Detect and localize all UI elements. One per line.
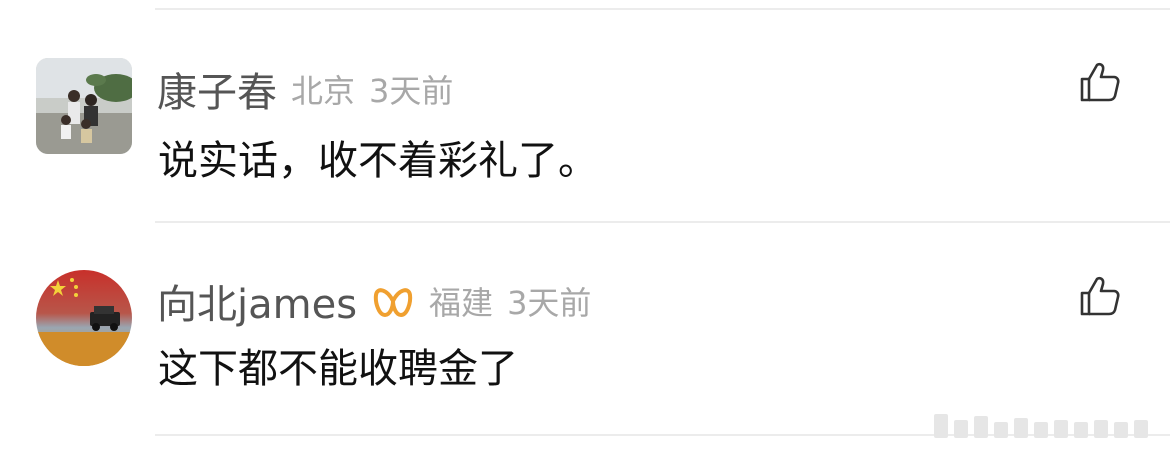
vip-badge-icon[interactable] <box>371 281 415 321</box>
timestamp: 3天前 <box>369 72 454 110</box>
comment-meta: 向北james 福建 3天前 <box>157 276 592 328</box>
avatar[interactable] <box>36 270 132 366</box>
thumbs-up-icon <box>1080 62 1120 102</box>
avatar[interactable] <box>36 58 132 154</box>
timestamp: 3天前 <box>507 284 592 322</box>
comment-meta: 康子春 北京 3天前 <box>157 66 454 116</box>
flag-car-avatar-icon <box>36 270 132 366</box>
location-label: 福建 <box>429 284 494 322</box>
like-button[interactable] <box>1078 274 1122 318</box>
thumbs-up-icon <box>1080 276 1120 316</box>
like-button[interactable] <box>1078 60 1122 104</box>
comment-text: 说实话，收不着彩礼了。 <box>158 138 598 184</box>
username[interactable]: 向北james <box>157 272 357 330</box>
comment-item: 向北james 福建 3天前 这下都不能收聘金了 <box>0 222 1170 436</box>
comment-item: 康子春 北京 3天前 说实话，收不着彩礼了。 <box>0 0 1170 222</box>
location-label: 北京 <box>291 72 356 110</box>
username[interactable]: 康子春 <box>157 60 277 118</box>
comment-text: 这下都不能收聘金了 <box>158 346 518 392</box>
watermark-logo <box>930 410 1162 442</box>
family-photo-avatar-icon <box>36 58 132 154</box>
